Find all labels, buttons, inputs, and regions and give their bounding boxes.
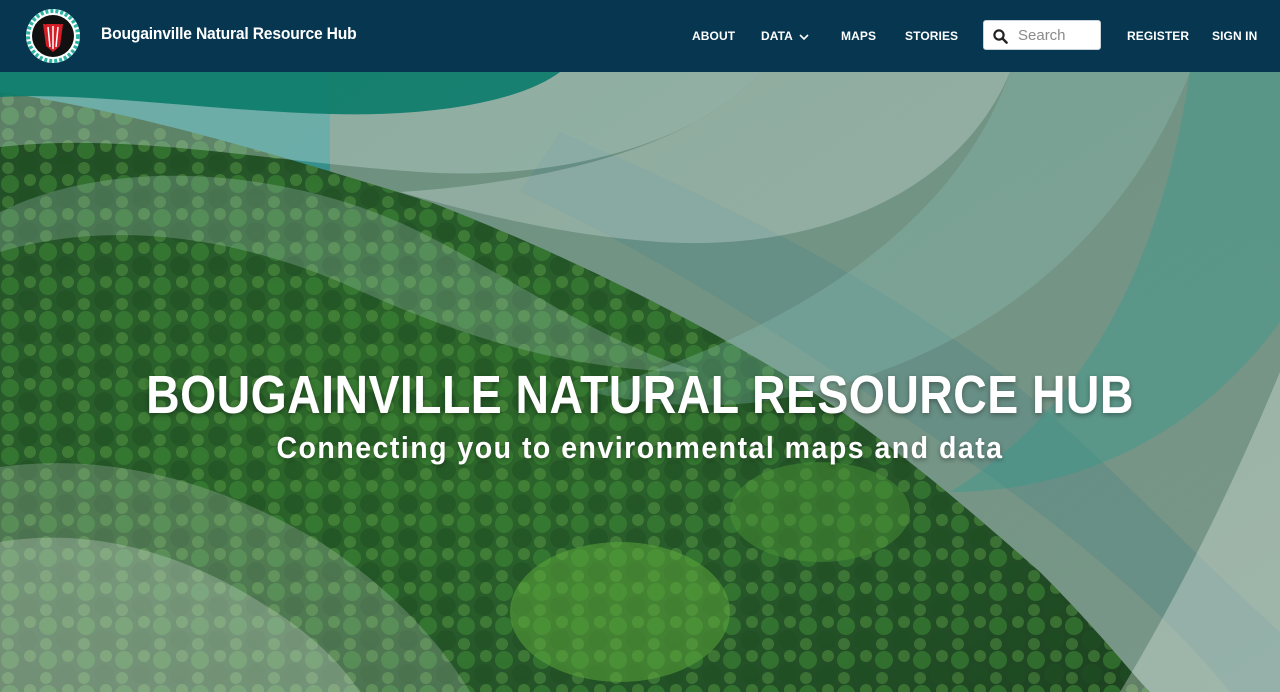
nav-maps[interactable]: MAPS [841,29,876,43]
search-box[interactable] [983,20,1101,50]
hero-title: BOUGAINVILLE NATURAL RESOURCE HUB [146,365,1134,425]
chevron-down-icon [799,30,809,44]
bougainville-emblem-icon[interactable] [25,8,81,64]
hero-subtitle: Connecting you to environmental maps and… [276,430,1004,465]
nav-about[interactable]: ABOUT [692,29,735,43]
site-title[interactable]: Bougainville Natural Resource Hub [101,24,357,44]
nav-register[interactable]: REGISTER [1127,29,1189,43]
nav-data-label: DATA [761,29,793,43]
nav-data-dropdown[interactable]: DATA [761,29,809,44]
hero-banner: BOUGAINVILLE NATURAL RESOURCE HUB Connec… [0,72,1280,692]
top-navigation-bar: Bougainville Natural Resource Hub ABOUT … [0,0,1280,72]
nav-stories[interactable]: STORIES [905,29,958,43]
search-input[interactable] [1018,25,1096,45]
nav-sign-in[interactable]: SIGN IN [1212,29,1257,43]
search-icon[interactable] [993,29,1008,49]
